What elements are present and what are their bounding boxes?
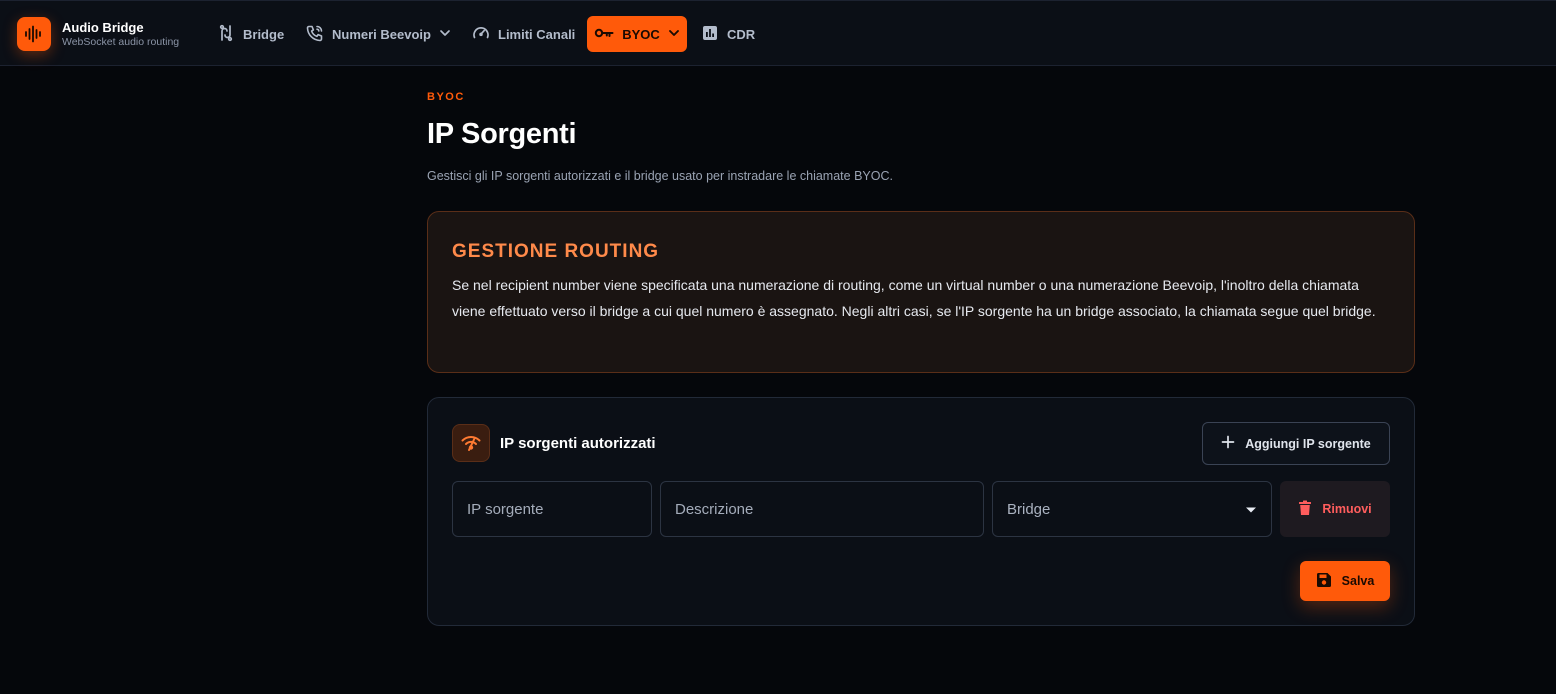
nav-item-byoc[interactable]: BYOC (587, 16, 687, 52)
signal-icon (452, 424, 490, 462)
top-navigation: Audio Bridge WebSocket audio routing Bri… (0, 0, 1556, 66)
nav-item-label: Numeri Beevoip (332, 26, 431, 42)
save-icon (1316, 572, 1332, 591)
ip-sources-card: IP sorgenti autorizzati Aggiungi IP sorg… (427, 397, 1415, 626)
routing-title: GESTIONE ROUTING (452, 241, 660, 262)
caret-down-icon (1245, 501, 1257, 518)
ip-source-field[interactable] (452, 481, 652, 537)
phone-icon (306, 24, 324, 45)
description-field[interactable] (660, 481, 984, 537)
nav-item-bridge[interactable]: Bridge (207, 16, 294, 52)
chevron-down-icon (439, 27, 451, 42)
bridge-select-value: Bridge (1007, 500, 1051, 518)
gauge-icon (472, 24, 490, 45)
nav-item-label: Bridge (243, 26, 285, 42)
description-input[interactable] (675, 500, 969, 518)
save-label: Salva (1341, 574, 1375, 588)
brand-title: Audio Bridge (62, 19, 144, 35)
nav-item-label: BYOC (622, 26, 660, 42)
ip-source-input[interactable] (467, 500, 637, 518)
trash-icon (1298, 500, 1312, 519)
page-eyebrow: BYOC (427, 91, 465, 103)
nav-item-cdr[interactable]: CDR (691, 16, 765, 52)
page-description: Gestisci gli IP sorgenti autorizzati e i… (427, 169, 893, 183)
page-title: IP Sorgenti (427, 118, 577, 150)
chevron-down-icon (668, 27, 680, 42)
add-ip-source-label: Aggiungi IP sorgente (1245, 436, 1371, 451)
nav-item-limiti-canali[interactable]: Limiti Canali (462, 16, 585, 52)
nav-item-label: Limiti Canali (498, 26, 576, 42)
nav-item-label: CDR (727, 26, 756, 42)
add-ip-source-button[interactable]: Aggiungi IP sorgente (1202, 422, 1390, 465)
ip-card-title: IP sorgenti autorizzati (500, 434, 656, 452)
routing-info-card: GESTIONE ROUTING Se nel recipient number… (427, 211, 1415, 373)
remove-label: Rimuovi (1322, 502, 1372, 516)
remove-button[interactable]: Rimuovi (1280, 481, 1390, 537)
brand-subtitle: WebSocket audio routing (62, 35, 180, 48)
save-button[interactable]: Salva (1300, 561, 1390, 601)
bar-chart-icon (701, 24, 719, 45)
routing-text: Se nel recipient number viene specificat… (452, 277, 1376, 319)
audio-wave-icon (17, 17, 51, 51)
brand[interactable]: Audio Bridge WebSocket audio routing (17, 16, 179, 52)
key-icon (594, 26, 614, 43)
plus-icon (1221, 435, 1235, 452)
ip-card-header: IP sorgenti autorizzati (452, 424, 656, 462)
bridge-select[interactable]: Bridge (992, 481, 1272, 537)
bridge-icon (217, 24, 235, 45)
nav-item-numeri-beevoip[interactable]: Numeri Beevoip (296, 16, 461, 52)
